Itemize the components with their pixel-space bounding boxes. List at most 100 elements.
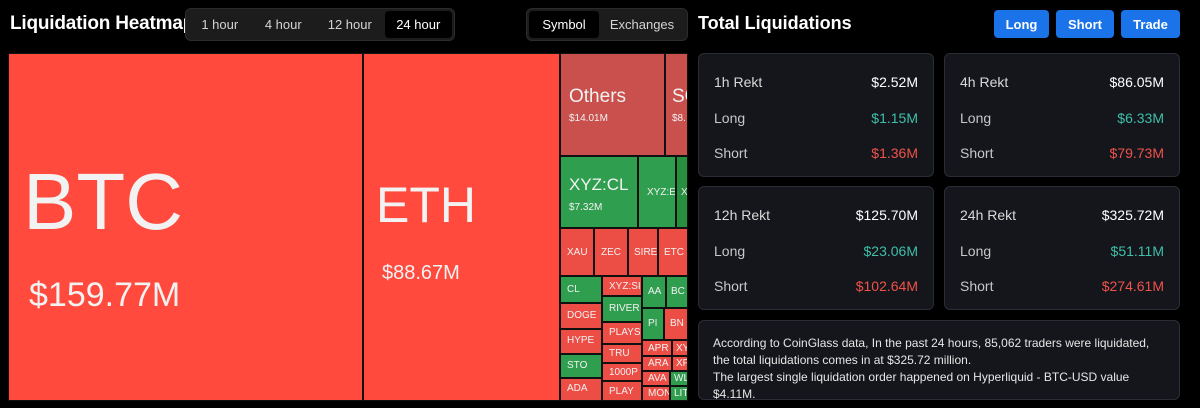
group-type-selector: Symbol Exchanges: [526, 8, 688, 41]
tile-doge[interactable]: DOGE: [560, 303, 602, 329]
tile-symbol: AVA: [648, 373, 667, 384]
tile-symbol: XYZ:SI: [609, 281, 641, 292]
short-label: Short: [960, 278, 994, 294]
tile-symbol: BTC: [23, 157, 183, 246]
time-range-selector: 1 hour 4 hour 12 hour 24 hour: [185, 8, 455, 41]
tile-ava[interactable]: AVA: [642, 371, 670, 386]
tile-river[interactable]: RIVER: [602, 296, 642, 322]
tile-x[interactable]: X: [676, 156, 688, 228]
tile-lit[interactable]: LIT: [670, 386, 688, 401]
tile-symbol: ADA: [567, 383, 588, 394]
tile-symbol: 1000P: [609, 367, 638, 378]
long-label: Long: [960, 243, 992, 259]
tile-symbol: Others: [569, 86, 627, 107]
short-label: Short: [714, 278, 748, 294]
card-label: 24h Rekt: [960, 207, 1017, 223]
tile-eth[interactable]: ETH $88.67M: [363, 53, 560, 401]
tile-symbol: ETH: [376, 177, 476, 233]
card-label: 12h Rekt: [714, 207, 771, 223]
tile-symbol: HYPE: [567, 335, 595, 346]
long-value: $1.15M: [871, 110, 918, 126]
long-label: Long: [960, 110, 992, 126]
short-value: $102.64M: [855, 278, 918, 294]
tile-symbol: ZEC: [601, 247, 621, 258]
tile-amount: $88.67M: [382, 262, 460, 284]
card-4h-rekt: 4h Rekt $86.05M Long $6.33M Short $79.73M: [944, 53, 1180, 177]
tile-tru[interactable]: TRU: [602, 344, 642, 363]
tile-play[interactable]: PLAY: [602, 381, 642, 401]
tile-symbol: SIRE: [634, 247, 658, 258]
long-label: Long: [714, 243, 746, 259]
tile-hype[interactable]: HYPE: [560, 329, 602, 354]
short-value: $274.61M: [1101, 278, 1164, 294]
tile-xyz-e[interactable]: XYZ:E: [638, 156, 676, 228]
tile-ara[interactable]: ARA: [642, 356, 672, 371]
tile-amount: $14.01M: [569, 113, 608, 124]
tile-others[interactable]: Others $14.01M: [560, 53, 665, 156]
tile-zec[interactable]: ZEC: [594, 228, 628, 276]
tile-symbol: PI: [648, 318, 658, 329]
liquidation-summary: According to CoinGlass data, In the past…: [698, 320, 1180, 401]
tile-symbol: APR: [648, 343, 669, 354]
largest-order-text: The largest single liquidation order hap…: [713, 370, 1130, 401]
tile-amount: $159.77M: [29, 276, 181, 314]
tile-bn[interactable]: BN: [664, 308, 688, 340]
tile-symbol: XAU: [567, 247, 588, 258]
tile-1000p[interactable]: 1000P: [602, 363, 642, 381]
tile-sto[interactable]: STO: [560, 354, 602, 378]
summary-text: According to CoinGlass data, In the past…: [713, 336, 1150, 367]
card-label: 4h Rekt: [960, 74, 1009, 90]
long-button[interactable]: Long: [994, 10, 1049, 38]
tile-symbol: AA: [648, 286, 662, 297]
tile-xyz-cl[interactable]: XYZ:CL $7.32M: [560, 156, 638, 228]
total-liquidations-title: Total Liquidations: [698, 13, 852, 33]
short-value: $1.36M: [871, 145, 918, 161]
tile-etc[interactable]: ETC: [658, 228, 688, 276]
tile-symbol: STO: [567, 360, 588, 371]
card-total: $86.05M: [1109, 74, 1164, 90]
tile-apr[interactable]: APR: [642, 340, 672, 356]
short-label: Short: [960, 145, 994, 161]
tile-sire[interactable]: SIRE: [628, 228, 658, 276]
short-value: $79.73M: [1109, 145, 1164, 161]
card-total: $125.70M: [855, 207, 918, 223]
long-label: Long: [714, 110, 746, 126]
tile-mon[interactable]: MON: [642, 386, 670, 401]
short-label: Short: [714, 145, 748, 161]
card-1h-rekt: 1h Rekt $2.52M Long $1.15M Short $1.36M: [698, 53, 934, 177]
trade-button[interactable]: Trade: [1121, 10, 1180, 38]
tile-wl[interactable]: WL: [670, 371, 688, 386]
time-option-4h[interactable]: 4 hour: [252, 11, 316, 38]
time-option-1h[interactable]: 1 hour: [188, 11, 252, 38]
tile-xf[interactable]: XF: [672, 356, 688, 371]
time-option-24h[interactable]: 24 hour: [384, 11, 452, 38]
tile-symbol: XYZ:E: [647, 187, 676, 198]
tile-symbol: BC: [671, 286, 685, 297]
tile-xy[interactable]: XY: [672, 340, 688, 356]
card-label: 1h Rekt: [714, 74, 763, 90]
tile-xau[interactable]: XAU: [560, 228, 594, 276]
tile-xyz-si[interactable]: XYZ:SI: [602, 276, 642, 296]
tile-btc[interactable]: BTC $159.77M: [8, 53, 363, 401]
type-option-exchanges[interactable]: Exchanges: [599, 11, 685, 38]
tile-symbol: SO: [672, 86, 687, 107]
time-option-12h[interactable]: 12 hour: [315, 11, 384, 38]
tile-bc[interactable]: BC: [666, 276, 688, 308]
tile-symbol: WL: [674, 373, 688, 384]
tile-amount: $8.: [672, 113, 686, 124]
tile-plays[interactable]: PLAYS: [602, 322, 642, 344]
tile-ada[interactable]: ADA: [560, 378, 602, 401]
card-24h-rekt: 24h Rekt $325.72M Long $51.11M Short $274.6…: [944, 186, 1180, 310]
tile-pi[interactable]: PI: [642, 308, 664, 340]
short-button[interactable]: Short: [1056, 10, 1114, 38]
type-option-symbol[interactable]: Symbol: [529, 11, 599, 38]
tile-symbol: RIVER: [609, 303, 640, 314]
tile-so[interactable]: SO $8.: [665, 53, 688, 156]
card-total: $325.72M: [1101, 207, 1164, 223]
tile-cl[interactable]: CL: [560, 276, 602, 303]
tile-symbol: X: [681, 187, 688, 198]
long-value: $23.06M: [863, 243, 918, 259]
tile-aa[interactable]: AA: [642, 276, 666, 308]
tile-symbol: PLAYS: [609, 327, 641, 338]
heatmap-title: Liquidation Heatmap: [10, 13, 195, 34]
